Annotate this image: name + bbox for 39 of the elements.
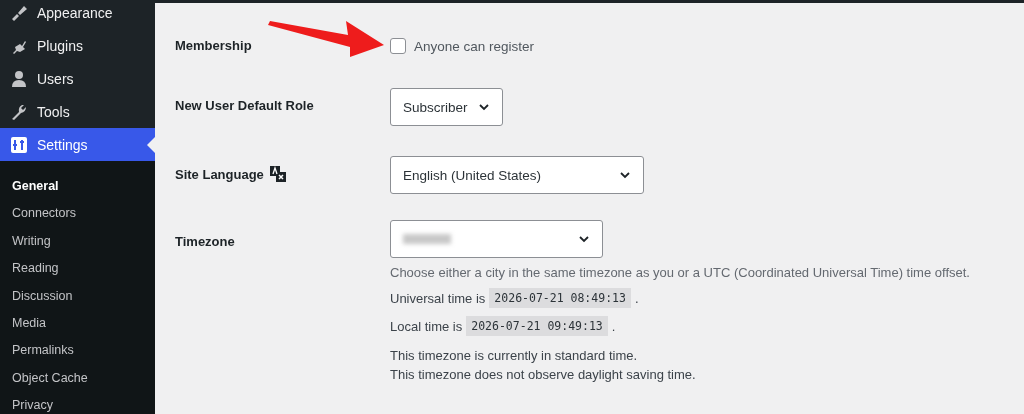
- submenu-item[interactable]: General: [0, 173, 155, 201]
- checkbox[interactable]: [390, 38, 406, 54]
- time-label: Local time is: [390, 318, 463, 334]
- period-text: .: [634, 290, 639, 306]
- setting-label: Timezone: [175, 234, 235, 249]
- submenu-item[interactable]: Reading: [0, 255, 155, 283]
- time-value: 2026-07-21 08:49:13: [489, 288, 631, 308]
- submenu-item[interactable]: Connectors: [0, 200, 155, 228]
- submenu-item[interactable]: Writing: [0, 227, 155, 256]
- setting-label: Membership: [175, 38, 252, 53]
- checkbox-label: Anyone can register: [414, 38, 535, 54]
- menu-item[interactable]: Appearance: [0, 0, 155, 29]
- setting-label: New User Default Role: [175, 98, 314, 113]
- select-field[interactable]: English (United States): [390, 156, 644, 194]
- menu-item[interactable]: Users: [0, 62, 155, 95]
- menu-item[interactable]: Plugins: [0, 29, 155, 62]
- time-value: 2026-07-21 09:49:13: [466, 316, 608, 336]
- redacted-text-icon: [403, 234, 451, 244]
- chevron-down-icon: [578, 233, 590, 245]
- select-field[interactable]: Subscriber: [390, 88, 503, 126]
- setting-label: Site Language: [175, 166, 264, 182]
- period-text: .: [611, 318, 616, 334]
- select-field[interactable]: [390, 220, 603, 258]
- chevron-down-icon: [477, 101, 490, 113]
- help-text: Choose either a city in the same timezone as you or a UTC (Coordinated Universal Time) time offset.: [390, 265, 970, 280]
- menu-item[interactable]: Tools: [0, 95, 155, 128]
- chevron-down-icon: [619, 169, 631, 181]
- submenu-item[interactable]: Privacy: [0, 392, 155, 414]
- submenu-item[interactable]: Permalinks: [0, 337, 155, 365]
- submenu-item[interactable]: Media: [0, 309, 155, 338]
- menu-item[interactable]: Settings: [0, 128, 155, 161]
- submenu-item[interactable]: Discussion: [0, 282, 155, 310]
- sliders-icon: [9, 134, 29, 155]
- translate-icon: [269, 166, 286, 182]
- user-icon: [9, 68, 29, 89]
- time-label: Universal time is: [390, 290, 486, 306]
- timezone-note: This timezone is currently in standard time.: [390, 347, 639, 365]
- submenu-item[interactable]: Object Cache: [0, 364, 155, 393]
- timezone-note: This timezone does not observe daylight saving time.: [390, 366, 697, 384]
